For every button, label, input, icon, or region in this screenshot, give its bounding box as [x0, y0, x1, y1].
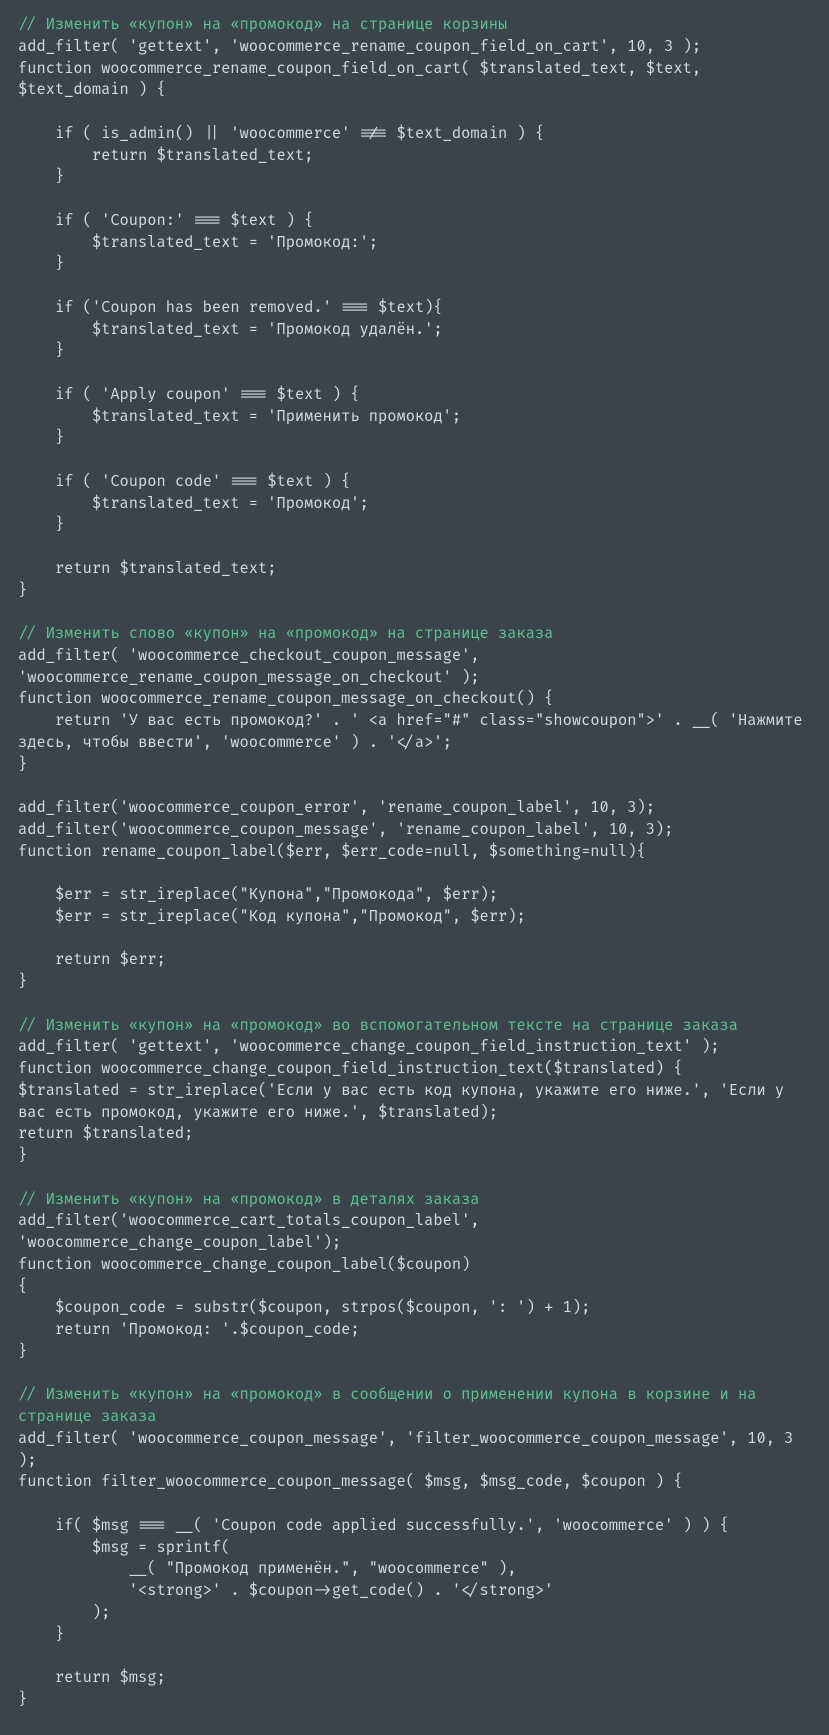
code-text: add_filter( 'woocommerce_checkout_coupon…: [18, 646, 812, 991]
code-block: // Изменить «купон» на «промокод» на стр…: [0, 0, 829, 1731]
code-text: add_filter( 'gettext', 'woocommerce_rena…: [18, 37, 710, 600]
code-comment: // Изменить «купон» на «промокод» в дета…: [18, 1190, 480, 1209]
code-comment: // Изменить «купон» на «промокод» во всп…: [18, 1016, 738, 1035]
code-comment: // Изменить слово «купон» на «промокод» …: [18, 624, 553, 643]
code-comment: // Изменить «купон» на «промокод» на стр…: [18, 15, 507, 34]
code-text: add_filter( 'gettext', 'woocommerce_chan…: [18, 1037, 793, 1165]
code-text: add_filter( 'woocommerce_coupon_message'…: [18, 1429, 803, 1709]
code-comment: // Изменить «купон» на «промокод» в сооб…: [18, 1385, 766, 1426]
code-text: add_filter('woocommerce_cart_totals_coup…: [18, 1211, 590, 1361]
